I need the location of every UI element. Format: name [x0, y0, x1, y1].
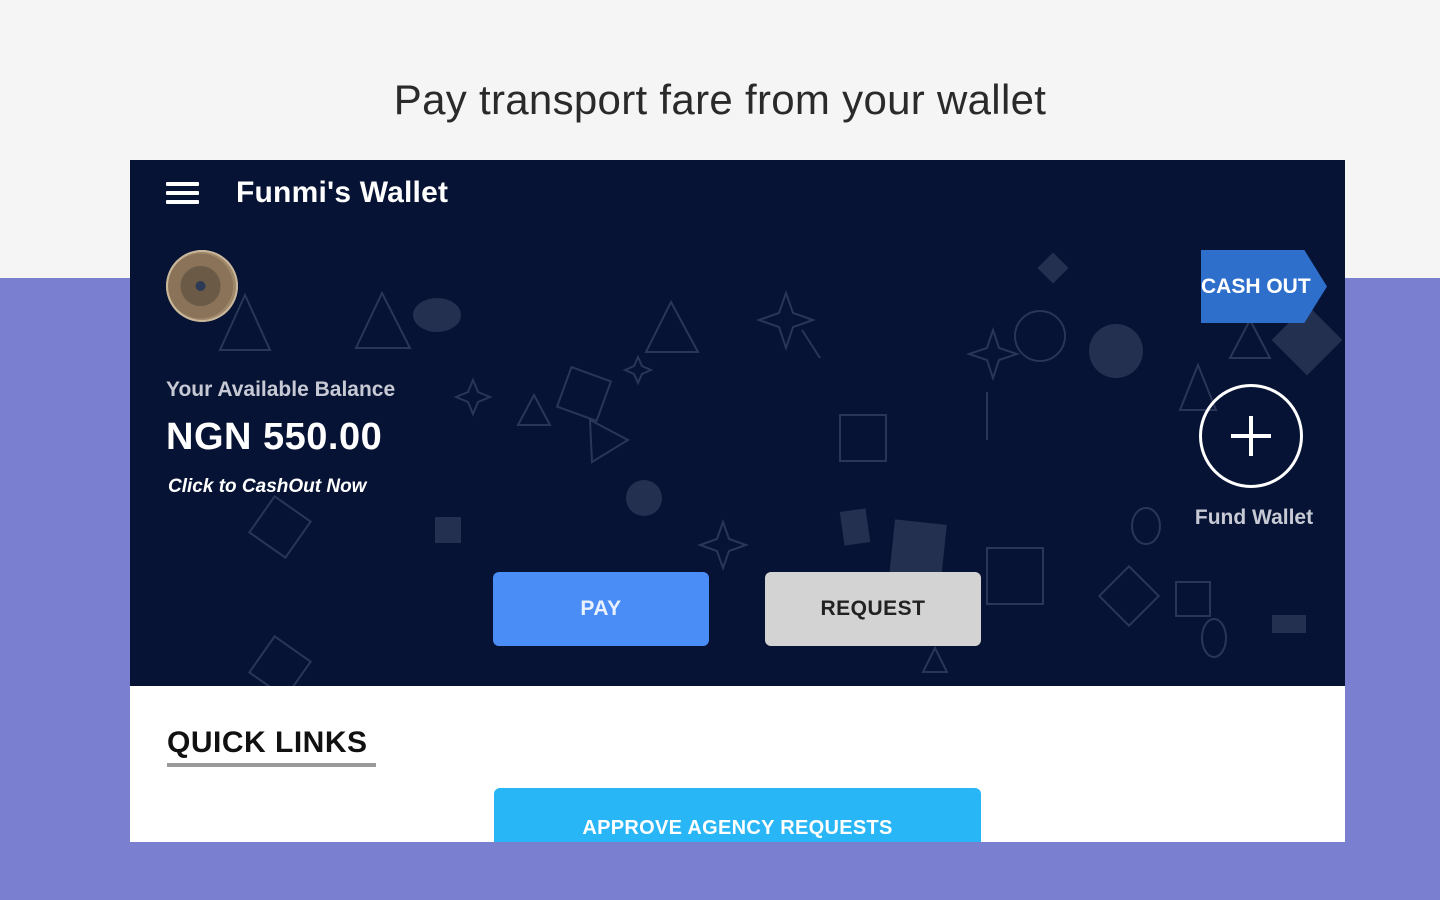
hamburger-menu-icon[interactable] [166, 182, 200, 208]
user-avatar[interactable] [166, 250, 238, 322]
balance-amount: NGN 550.00 [166, 416, 383, 458]
plus-icon-vertical [1249, 416, 1253, 456]
request-button[interactable]: REQUEST [765, 572, 981, 646]
fund-wallet-label[interactable]: Fund Wallet [1170, 506, 1338, 530]
approve-agency-requests-button[interactable]: APPROVE AGENCY REQUESTS [494, 788, 981, 842]
cashout-now-link[interactable]: Click to CashOut Now [168, 476, 366, 498]
fund-wallet-button[interactable] [1199, 384, 1303, 488]
balance-label: Your Available Balance [166, 378, 396, 401]
wallet-title: Funmi's Wallet [236, 176, 449, 209]
wallet-header-panel: Funmi's Wallet Your Available Balance NG… [130, 160, 1345, 686]
pay-button[interactable]: PAY [493, 572, 709, 646]
quick-links-title: QUICK LINKS [167, 726, 368, 759]
quick-links-underline [167, 763, 376, 767]
promo-headline: Pay transport fare from your wallet [393, 76, 1047, 123]
app-screen: Funmi's Wallet Your Available Balance NG… [130, 160, 1345, 842]
cash-out-button[interactable]: CASH OUT [1201, 250, 1327, 323]
